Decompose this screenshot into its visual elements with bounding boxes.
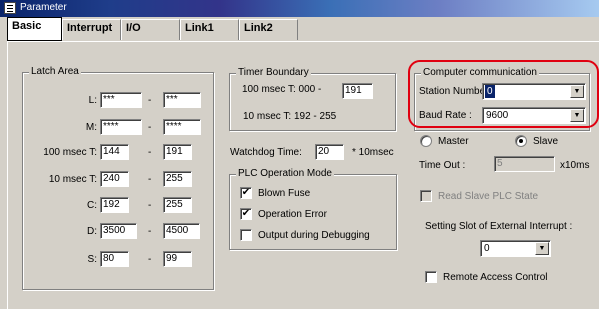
output-debugging-label: Output during Debugging bbox=[258, 230, 370, 241]
tab-strip: Basic Interrupt I/O Link1 Link2 bbox=[0, 17, 599, 41]
read-slave-checkbox[interactable] bbox=[420, 190, 432, 202]
latch-dash: - bbox=[148, 200, 152, 211]
external-interrupt-label: Setting Slot of External Interrupt : bbox=[425, 221, 573, 232]
output-debugging-checkbox[interactable] bbox=[240, 229, 252, 241]
latch-dash: - bbox=[148, 147, 152, 158]
window-title: Parameter bbox=[20, 2, 67, 13]
tab-interrupt[interactable]: Interrupt bbox=[62, 19, 121, 40]
timer-boundary-title: Timer Boundary bbox=[236, 67, 311, 78]
latch-to-field[interactable]: 99 bbox=[163, 251, 192, 267]
operation-error-label: Operation Error bbox=[258, 209, 327, 220]
plc-operation-mode-title: PLC Operation Mode bbox=[236, 168, 334, 179]
timer-boundary-group: Timer Boundary bbox=[229, 67, 396, 131]
latch-to-field[interactable]: *** bbox=[163, 92, 201, 108]
latch-row-label: 10 msec T: bbox=[48, 174, 97, 185]
watchdog-field[interactable]: 20 bbox=[315, 144, 344, 160]
latch-to-field[interactable]: **** bbox=[163, 119, 201, 135]
tab-link1[interactable]: Link1 bbox=[180, 19, 239, 40]
timeout-label: Time Out : bbox=[419, 160, 466, 171]
remote-access-label: Remote Access Control bbox=[443, 272, 548, 283]
latch-from-field[interactable]: 192 bbox=[100, 197, 129, 213]
latch-row-label: C: bbox=[87, 200, 97, 211]
latch-from-field[interactable]: **** bbox=[100, 119, 142, 135]
latch-area-title: Latch Area bbox=[29, 66, 81, 77]
latch-from-field[interactable]: 80 bbox=[100, 251, 129, 267]
blown-fuse-label: Blown Fuse bbox=[258, 188, 311, 199]
latch-from-field[interactable]: 3500 bbox=[100, 223, 137, 239]
window-icon bbox=[4, 2, 16, 14]
title-bar[interactable]: Parameter bbox=[0, 0, 599, 17]
latch-from-field[interactable]: *** bbox=[100, 92, 142, 108]
tab-basic[interactable]: Basic bbox=[7, 17, 62, 41]
timeout-unit: x10ms bbox=[560, 160, 590, 171]
slave-label: Slave bbox=[533, 136, 559, 147]
tab-io[interactable]: I/O bbox=[121, 19, 180, 40]
operation-error-checkbox[interactable]: ✔ bbox=[240, 208, 252, 220]
timer-100ms-end-field[interactable]: 191 bbox=[342, 83, 373, 99]
parameter-window: Parameter Basic Interrupt I/O Link1 Link… bbox=[0, 0, 599, 309]
latch-row-label: M: bbox=[85, 122, 97, 133]
external-interrupt-select[interactable]: 0 ▼ bbox=[480, 240, 551, 257]
latch-dash: - bbox=[148, 226, 152, 237]
highlight-ring bbox=[408, 60, 599, 128]
latch-to-field[interactable]: 191 bbox=[163, 144, 192, 160]
latch-to-field[interactable]: 4500 bbox=[163, 223, 200, 239]
latch-to-field[interactable]: 255 bbox=[163, 197, 192, 213]
master-label: Master bbox=[438, 136, 469, 147]
latch-row-label: D: bbox=[87, 226, 97, 237]
master-radio[interactable] bbox=[420, 135, 432, 147]
watchdog-unit: * 10msec bbox=[352, 147, 394, 158]
read-slave-label: Read Slave PLC State bbox=[438, 191, 539, 202]
remote-access-checkbox[interactable] bbox=[425, 271, 437, 283]
timer-10ms-label: 10 msec T: 192 - 255 bbox=[243, 111, 337, 122]
latch-from-field[interactable]: 144 bbox=[100, 144, 129, 160]
tab-link2[interactable]: Link2 bbox=[239, 19, 298, 40]
latch-dash: - bbox=[148, 122, 152, 133]
latch-row-label: 100 msec T: bbox=[43, 147, 97, 158]
blown-fuse-checkbox[interactable]: ✔ bbox=[240, 187, 252, 199]
latch-row-label: S: bbox=[87, 254, 97, 265]
latch-to-field[interactable]: 255 bbox=[163, 171, 192, 187]
chevron-down-icon[interactable]: ▼ bbox=[535, 242, 549, 255]
latch-dash: - bbox=[148, 254, 152, 265]
latch-row-label: L: bbox=[88, 95, 97, 106]
slave-radio[interactable] bbox=[515, 135, 527, 147]
latch-from-field[interactable]: 240 bbox=[100, 171, 129, 187]
basic-panel: Latch Area L: *** - *** M: **** - **** 100 msec … bbox=[7, 41, 599, 309]
timeout-field[interactable]: 5 bbox=[494, 156, 555, 172]
watchdog-label: Watchdog Time: bbox=[230, 147, 302, 158]
latch-dash: - bbox=[148, 174, 152, 185]
latch-dash: - bbox=[148, 95, 152, 106]
external-interrupt-value: 0 bbox=[484, 243, 490, 254]
timer-100ms-label: 100 msec T: 000 - bbox=[242, 84, 322, 95]
